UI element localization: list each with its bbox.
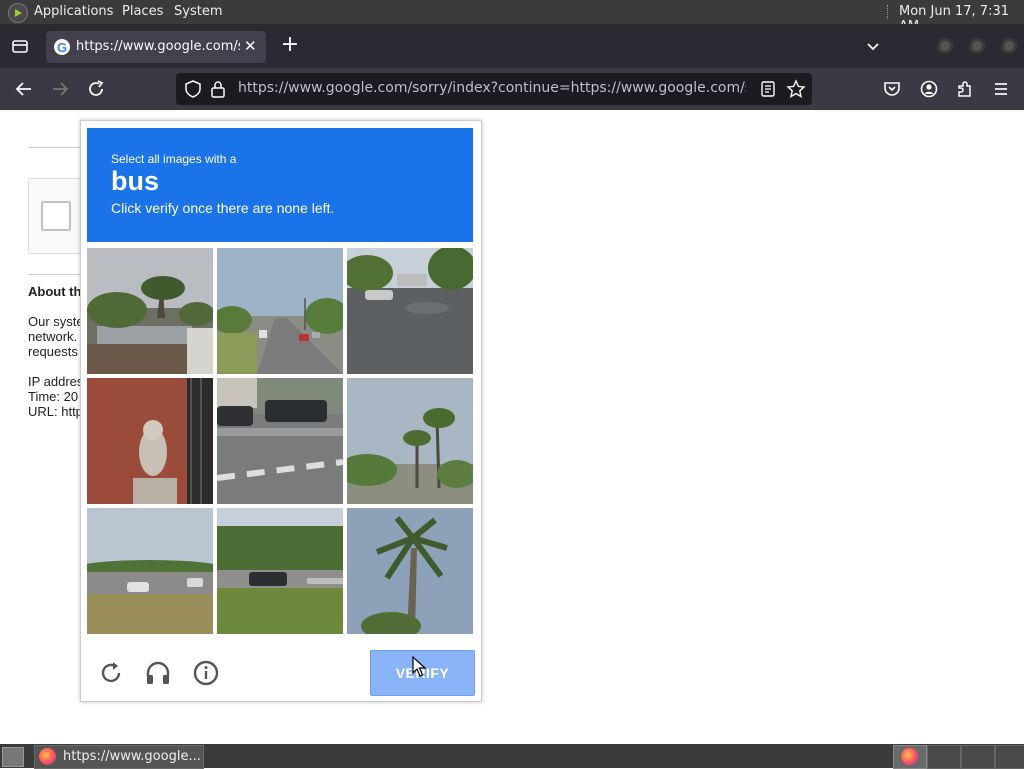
- workspace-switcher[interactable]: [893, 745, 927, 769]
- shield-icon[interactable]: [184, 79, 202, 103]
- pocket-icon[interactable]: [880, 79, 904, 103]
- window-close-button[interactable]: [1001, 38, 1017, 54]
- workspace-3[interactable]: [961, 745, 995, 769]
- show-desktop-icon[interactable]: [2, 747, 24, 767]
- reload-icon[interactable]: [84, 78, 108, 102]
- new-tab-icon[interactable]: +: [278, 34, 302, 59]
- hamburger-menu-icon[interactable]: [989, 79, 1013, 103]
- captcha-tile-tall-palm-tree[interactable]: [347, 508, 473, 634]
- mouse-cursor-icon: [412, 655, 427, 682]
- captcha-tile-highway-car[interactable]: [87, 508, 213, 634]
- svg-text:G: G: [57, 40, 67, 55]
- captcha-tile-palm-trees-street[interactable]: [347, 378, 473, 504]
- menu-system[interactable]: System: [174, 4, 222, 19]
- window-minimize-button[interactable]: [937, 38, 953, 54]
- url-bar[interactable]: https://www.google.com/sorry/index?conti…: [176, 73, 812, 105]
- back-arrow-icon[interactable]: [12, 78, 36, 102]
- extensions-icon[interactable]: [953, 79, 977, 103]
- list-all-tabs-icon[interactable]: [861, 36, 885, 60]
- menu-applications[interactable]: Applications: [34, 4, 113, 19]
- tab-close-icon[interactable]: ✕: [244, 37, 257, 55]
- lock-icon[interactable]: [210, 79, 226, 103]
- body-line: requests: [28, 344, 78, 359]
- info-line: Time: 20: [28, 389, 79, 404]
- distro-logo-icon[interactable]: [8, 3, 28, 23]
- page-divider-top: [28, 147, 88, 148]
- recaptcha-checkbox[interactable]: [41, 201, 71, 231]
- body-line: Our syste: [28, 314, 84, 329]
- captcha-tile-road-with-cars[interactable]: [217, 248, 343, 374]
- url-text[interactable]: https://www.google.com/sorry/index?conti…: [238, 80, 746, 96]
- captcha-tile-parking-lot-car[interactable]: [347, 248, 473, 374]
- firefox-icon: [39, 748, 56, 765]
- captcha-tile-brick-wall-lion-statue[interactable]: [87, 378, 213, 504]
- info-line: URL: http: [28, 404, 83, 419]
- body-line: network.: [28, 329, 78, 344]
- audio-challenge-icon[interactable]: [143, 658, 173, 688]
- window-maximize-button[interactable]: [969, 38, 985, 54]
- taskbar-window-button[interactable]: https://www.google...: [34, 745, 204, 769]
- tab-overview-icon[interactable]: [8, 36, 32, 60]
- firefox-workspace-icon: [901, 748, 918, 765]
- instruction-prefix: Select all images with a: [111, 152, 237, 166]
- reader-view-icon[interactable]: [760, 79, 776, 103]
- taskbar-window-label: https://www.google...: [63, 749, 201, 764]
- captcha-tile-truck-by-trees[interactable]: [217, 508, 343, 634]
- captcha-tile-crosswalk-pickup-truck[interactable]: [217, 378, 343, 504]
- top-panel: Applications Places System Mon Jun 17, 7…: [0, 0, 1024, 34]
- tab-title: https://www.google.com/sorry/index?conti…: [76, 39, 240, 54]
- browser-tab-active[interactable]: G https://www.google.com/sorry/index?con…: [46, 31, 266, 63]
- instruction-target: bus: [111, 166, 160, 196]
- workspace-4[interactable]: [995, 745, 1024, 769]
- help-info-icon[interactable]: [191, 658, 221, 688]
- captcha-tile-houses-palm-trees[interactable]: [87, 248, 213, 374]
- panel-separator: [887, 5, 891, 19]
- google-favicon-icon: G: [54, 39, 70, 55]
- instruction-suffix: Click verify once there are none left.: [111, 200, 335, 216]
- about-heading: About th: [28, 284, 82, 299]
- page-divider-bottom: [28, 274, 88, 275]
- info-line: IP addres: [28, 374, 84, 389]
- menu-places[interactable]: Places: [122, 4, 163, 19]
- forward-arrow-icon[interactable]: [48, 78, 72, 102]
- bookmark-star-icon[interactable]: [786, 79, 806, 103]
- workspace-2[interactable]: [927, 745, 961, 769]
- reload-challenge-icon[interactable]: [96, 658, 126, 688]
- bottom-taskbar: https://www.google...: [0, 744, 1024, 769]
- account-icon[interactable]: [917, 79, 941, 103]
- captcha-instructions: Select all images with a bus Click verif…: [87, 128, 473, 242]
